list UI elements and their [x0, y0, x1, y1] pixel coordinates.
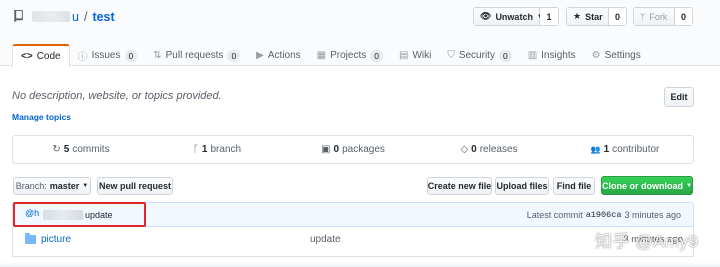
page-bottom-edge [0, 262, 720, 267]
issues-counter: 0 [124, 49, 138, 62]
owner-link[interactable]: u [72, 10, 79, 24]
star-icon: ★ [573, 11, 582, 21]
branch-icon: ᚴ [192, 144, 199, 155]
gear-icon: ⚙ [591, 50, 601, 61]
repo-header: u / test 👁 Unwatch ▼ 1 ★ Star 0 ᛘ Fork 0… [0, 0, 720, 68]
create-new-file-button[interactable]: Create new file [427, 177, 492, 195]
history-icon: ↻ [52, 144, 61, 155]
caret-down-icon: ▼ [686, 182, 692, 189]
graph-icon: ▥ [527, 50, 538, 61]
find-file-button[interactable]: Find file [553, 177, 595, 195]
tab-insights[interactable]: ▥ Insights [520, 44, 584, 67]
tab-projects[interactable]: ▦ Projects 0 [309, 44, 391, 67]
tab-pull-requests[interactable]: ⇅ Pull requests 0 [145, 44, 248, 67]
watch-button-group[interactable]: 👁 Unwatch ▼ 1 [473, 7, 559, 26]
watermark: 知乎 @Amy9 [595, 232, 699, 251]
clone-or-download-button[interactable]: Clone or download ▼ [601, 176, 693, 195]
file-commit-message[interactable]: update [310, 234, 341, 245]
title-separator: / [83, 9, 88, 24]
branches-link[interactable]: ᚴ 1 branch [149, 136, 285, 163]
manage-topics-link[interactable]: Manage topics [12, 112, 71, 122]
repo-title: u / test [12, 9, 115, 24]
tab-actions[interactable]: ▶ Actions [248, 44, 309, 67]
tab-issues[interactable]: ⓘ Issues 0 [70, 44, 146, 67]
star-count[interactable]: 0 [609, 8, 626, 25]
file-name-link[interactable]: picture [41, 234, 71, 245]
owner-name-redacted [32, 11, 70, 22]
tab-settings[interactable]: ⚙ Settings [584, 44, 649, 67]
tab-wiki[interactable]: ▤ Wiki [391, 44, 439, 67]
book-icon: ▤ [398, 50, 409, 61]
tab-code[interactable]: <> Code [12, 44, 70, 68]
file-row: picture update 3 minutes ago [13, 227, 693, 253]
repo-name-link[interactable]: test [92, 10, 114, 24]
project-icon: ▦ [316, 50, 327, 61]
folder-icon [25, 233, 36, 244]
contributors-link[interactable]: 👥 1 contributor [557, 136, 693, 163]
pull-requests-counter: 0 [227, 49, 241, 62]
latest-commit-info: Latest commit a1906ca 3 minutes ago [526, 210, 681, 220]
play-icon: ▶ [256, 50, 264, 61]
file-list: picture update 3 minutes ago [12, 227, 694, 257]
repo-description: No description, website, or topics provi… [12, 90, 222, 102]
caret-down-icon: ▼ [82, 183, 89, 189]
watch-count[interactable]: 1 [540, 8, 558, 25]
pull-request-icon: ⇅ [153, 50, 162, 61]
package-icon: ▣ [321, 144, 331, 155]
commit-age: 3 minutes ago [624, 210, 681, 220]
highlight-box [13, 202, 146, 227]
repo-summary-bar: ↻ 5 commits ᚴ 1 branch ▣ 0 packages ◇ 0 … [12, 135, 694, 164]
fork-icon: ᛘ [640, 11, 646, 22]
star-button-group[interactable]: ★ Star 0 [566, 7, 627, 26]
security-counter: 0 [498, 49, 512, 62]
unwatch-button[interactable]: 👁 Unwatch ▼ [474, 8, 543, 25]
commit-sha-link[interactable]: a1906ca [586, 210, 622, 220]
issue-icon: ⓘ [77, 52, 88, 63]
branch-select-button[interactable]: Branch: master ▼ [13, 177, 91, 195]
fork-button-group[interactable]: ᛘ Fork 0 [633, 7, 693, 26]
tag-icon: ◇ [460, 144, 469, 155]
commits-link[interactable]: ↻ 5 commits [13, 136, 149, 163]
eye-icon: 👁 [480, 11, 492, 21]
fork-button[interactable]: ᛘ Fork [634, 8, 675, 25]
people-icon: 👥 [590, 145, 601, 154]
projects-counter: 0 [370, 49, 383, 62]
upload-files-button[interactable]: Upload files [495, 177, 549, 195]
star-button[interactable]: ★ Star [567, 8, 609, 25]
repo-icon [14, 9, 23, 23]
fork-count[interactable]: 0 [675, 8, 692, 25]
edit-description-button[interactable]: Edit [664, 87, 694, 107]
shield-icon: ⛉ [447, 50, 455, 61]
repo-tabs: <> Code ⓘ Issues 0 ⇅ Pull requests 0 ▶ A… [12, 44, 649, 68]
releases-link[interactable]: ◇ 0 releases [421, 136, 557, 163]
packages-link[interactable]: ▣ 0 packages [285, 136, 421, 163]
tab-security[interactable]: ⛉ Security 0 [439, 44, 519, 67]
new-pull-request-button[interactable]: New pull request [97, 177, 173, 195]
code-icon: <> [21, 51, 33, 62]
